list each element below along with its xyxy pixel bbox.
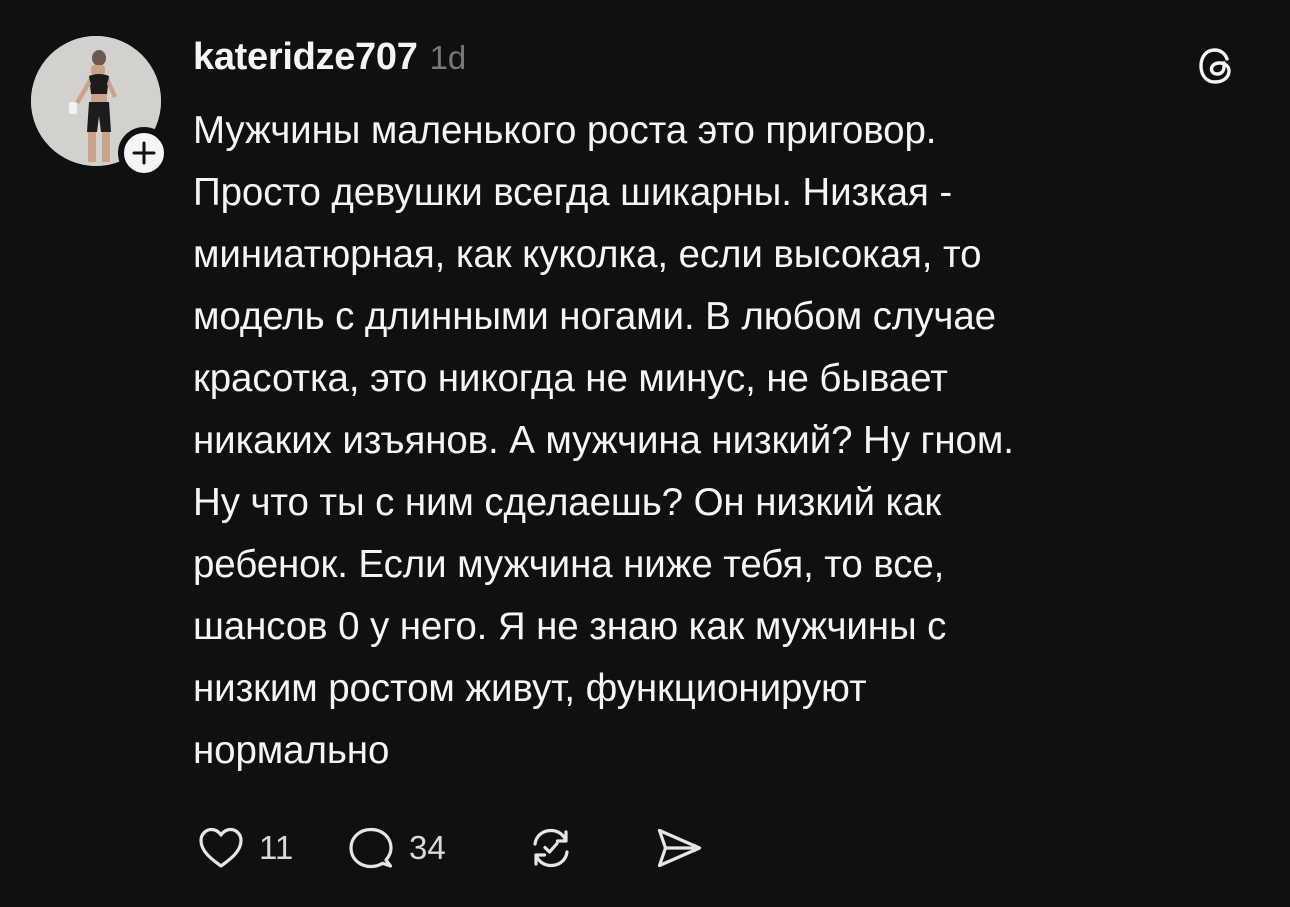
plus-icon — [132, 141, 156, 165]
send-icon — [657, 828, 702, 868]
post-text: Мужчины маленького роста это приговор. П… — [193, 109, 1014, 772]
reply-count: 34 — [409, 829, 446, 866]
threads-logo-icon — [1194, 42, 1242, 90]
like-button[interactable]: 11 — [193, 820, 343, 876]
heart-icon — [199, 827, 243, 868]
repost-icon — [533, 828, 569, 868]
comment-icon — [349, 827, 393, 869]
post-timestamp: 1d — [429, 39, 467, 76]
repost-button[interactable] — [523, 820, 651, 876]
post-actions: 11 34 — [193, 820, 707, 876]
follow-button[interactable] — [118, 127, 170, 179]
like-count: 11 — [259, 829, 294, 866]
share-button[interactable] — [651, 820, 707, 876]
post-header: kateridze707 1d — [193, 36, 466, 84]
avatar-container[interactable] — [31, 36, 170, 179]
username[interactable]: kateridze707 — [193, 36, 418, 79]
reply-button[interactable]: 34 — [343, 820, 523, 876]
